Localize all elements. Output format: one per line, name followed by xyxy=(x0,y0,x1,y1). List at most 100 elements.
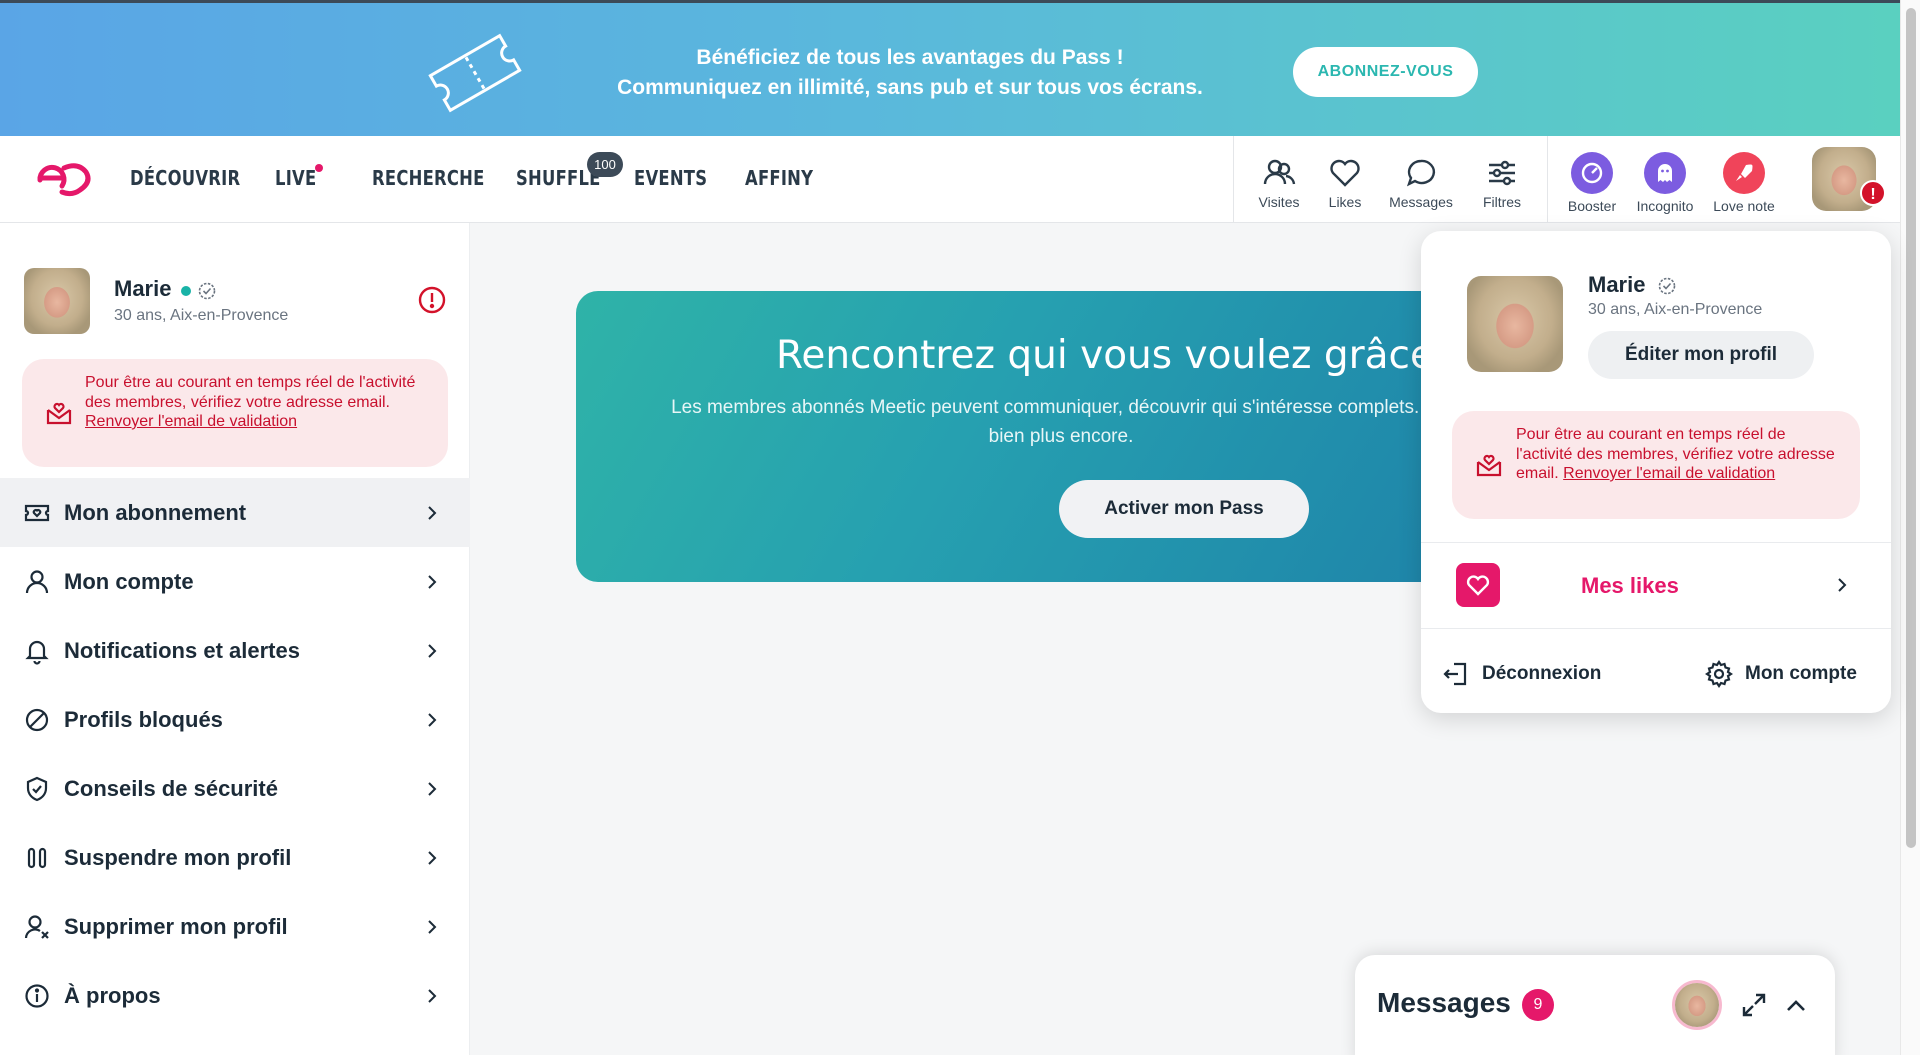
avatar-alert-badge: ! xyxy=(1860,180,1886,206)
menu-label: Suspendre mon profil xyxy=(64,844,292,870)
promo-line-1: Bénéficiez de tous les avantages du Pass… xyxy=(696,46,1124,69)
chevron-right-icon xyxy=(428,988,437,1003)
bell-icon xyxy=(25,640,49,665)
chevron-right-icon xyxy=(428,643,437,658)
visites-button[interactable]: Visites xyxy=(1253,156,1305,210)
dropdown-avatar[interactable] xyxy=(1467,276,1563,372)
subscribe-button[interactable]: ABONNEZ-VOUS xyxy=(1293,47,1478,97)
online-status-dot xyxy=(181,286,191,296)
promo-banner: Bénéficiez de tous les avantages du Pass… xyxy=(0,0,1900,136)
page-scrollbar[interactable] xyxy=(1900,0,1920,1055)
profile-avatar[interactable] xyxy=(24,268,90,334)
alert-icon[interactable] xyxy=(417,285,447,315)
chevron-right-icon xyxy=(428,850,437,865)
user-remove-icon xyxy=(24,914,49,939)
logout-button[interactable]: Déconnexion xyxy=(1442,660,1601,688)
chevron-right-icon xyxy=(1838,578,1847,592)
profile-dropdown: Marie 30 ans, Aix-en-Provence Éditer mon… xyxy=(1421,231,1891,713)
info-icon xyxy=(25,983,49,1008)
filters-icon xyxy=(1489,160,1515,186)
ticket-icon xyxy=(428,33,522,113)
nav-events[interactable]: EVENTS xyxy=(634,166,707,190)
account-button[interactable]: Mon compte xyxy=(1705,660,1857,688)
chevron-right-icon xyxy=(428,919,437,934)
resend-email-link[interactable]: Renvoyer l'email de validation xyxy=(85,413,297,430)
blocked-icon xyxy=(25,708,49,731)
likes-button[interactable]: Likes xyxy=(1325,156,1365,210)
love-note-label: Love note xyxy=(1713,198,1775,214)
nav-divider xyxy=(1547,136,1548,223)
user-icon xyxy=(25,569,49,593)
booster-button[interactable]: Booster xyxy=(1562,152,1622,214)
meetic-logo[interactable] xyxy=(34,158,94,198)
menu-profils-bloques[interactable]: Profils bloqués xyxy=(0,685,470,754)
dropdown-subtitle: 30 ans, Aix-en-Provence xyxy=(1588,301,1763,318)
menu-conseils-securite[interactable]: Conseils de sécurité xyxy=(0,754,470,823)
mail-heart-icon xyxy=(1476,454,1502,477)
messages-dock-title: Messages xyxy=(1377,987,1511,1018)
shuffle-badge: 100 xyxy=(587,152,623,177)
verified-icon xyxy=(1658,277,1676,295)
chevron-right-icon xyxy=(428,574,437,589)
chevron-right-icon xyxy=(428,712,437,727)
nav-recherche[interactable]: RECHERCHE xyxy=(372,166,485,190)
rocket-icon xyxy=(1723,152,1765,194)
menu-label: À propos xyxy=(64,982,161,1008)
visites-label: Visites xyxy=(1258,194,1300,210)
heart-icon xyxy=(1330,159,1360,187)
menu-label: Supprimer mon profil xyxy=(64,913,288,939)
menu-mon-compte[interactable]: Mon compte xyxy=(0,547,470,616)
messages-label: Messages xyxy=(1389,194,1453,210)
chevron-up-icon[interactable] xyxy=(1783,993,1809,1019)
nav-affiny[interactable]: AFFINY xyxy=(745,166,813,190)
my-likes-label: Mes likes xyxy=(1581,573,1679,598)
nav-divider xyxy=(1233,136,1234,223)
profile-name: Marie xyxy=(114,276,172,301)
account-label: Mon compte xyxy=(1745,663,1857,684)
menu-label: Mon abonnement xyxy=(64,499,247,525)
logout-label: Déconnexion xyxy=(1482,663,1602,684)
menu-label: Mon compte xyxy=(64,568,194,594)
incognito-label: Incognito xyxy=(1636,198,1694,214)
scrollbar-thumb[interactable] xyxy=(1906,8,1916,848)
filtres-button[interactable]: Filtres xyxy=(1477,156,1527,210)
hero-subtitle: Les membres abonnés Meetic peuvent commu… xyxy=(671,397,1451,447)
divider xyxy=(1421,628,1891,629)
shield-icon xyxy=(26,776,48,801)
heart-icon xyxy=(1456,563,1500,607)
mail-heart-icon xyxy=(46,402,72,425)
email-warning-box: Pour être au courant en temps réel de l'… xyxy=(22,359,448,467)
messages-button[interactable]: Messages xyxy=(1386,156,1456,210)
incognito-button[interactable]: Incognito xyxy=(1630,152,1700,214)
messages-dock[interactable]: Messages 9 xyxy=(1355,955,1835,1055)
menu-supprimer-profil[interactable]: Supprimer mon profil xyxy=(0,892,470,961)
top-nav: DÉCOUVRIR LIVE RECHERCHE SHUFFLE 100 EVE… xyxy=(0,136,1900,309)
menu-notifications[interactable]: Notifications et alertes xyxy=(0,616,470,685)
love-note-button[interactable]: Love note xyxy=(1706,152,1782,214)
resend-email-link[interactable]: Renvoyer l'email de validation xyxy=(1563,465,1775,482)
edit-profile-button[interactable]: Éditer mon profil xyxy=(1588,331,1814,379)
menu-label: Conseils de sécurité xyxy=(64,775,278,801)
menu-a-propos[interactable]: À propos xyxy=(0,961,470,1030)
conversation-avatar[interactable] xyxy=(1672,980,1722,1030)
profile-subtitle: 30 ans, Aix-en-Provence xyxy=(114,307,289,324)
gear-icon xyxy=(1705,660,1733,688)
nav-decouvrir[interactable]: DÉCOUVRIR xyxy=(130,166,240,190)
menu-mon-abonnement[interactable]: Mon abonnement xyxy=(0,478,470,547)
email-warning-box: Pour être au courant en temps réel de l'… xyxy=(1452,411,1860,519)
expand-icon[interactable] xyxy=(1739,990,1769,1020)
menu-suspendre-profil[interactable]: Suspendre mon profil xyxy=(0,823,470,892)
chat-bubble-icon xyxy=(1406,159,1436,187)
menu-label: Profils bloqués xyxy=(64,706,223,732)
chevron-right-icon xyxy=(428,505,437,520)
menu-label: Notifications et alertes xyxy=(64,637,300,663)
booster-icon xyxy=(1571,152,1613,194)
ticket-icon xyxy=(24,504,50,521)
settings-sidebar: Marie 30 ans, Aix-en-Provence Pour être … xyxy=(0,223,470,1055)
dropdown-name: Marie xyxy=(1588,272,1646,297)
activate-pass-button[interactable]: Activer mon Pass xyxy=(1059,480,1309,538)
nav-live[interactable]: LIVE xyxy=(275,166,316,190)
pause-icon xyxy=(27,847,47,868)
my-likes-row[interactable]: Mes likes xyxy=(1421,543,1891,627)
live-indicator xyxy=(315,164,323,172)
